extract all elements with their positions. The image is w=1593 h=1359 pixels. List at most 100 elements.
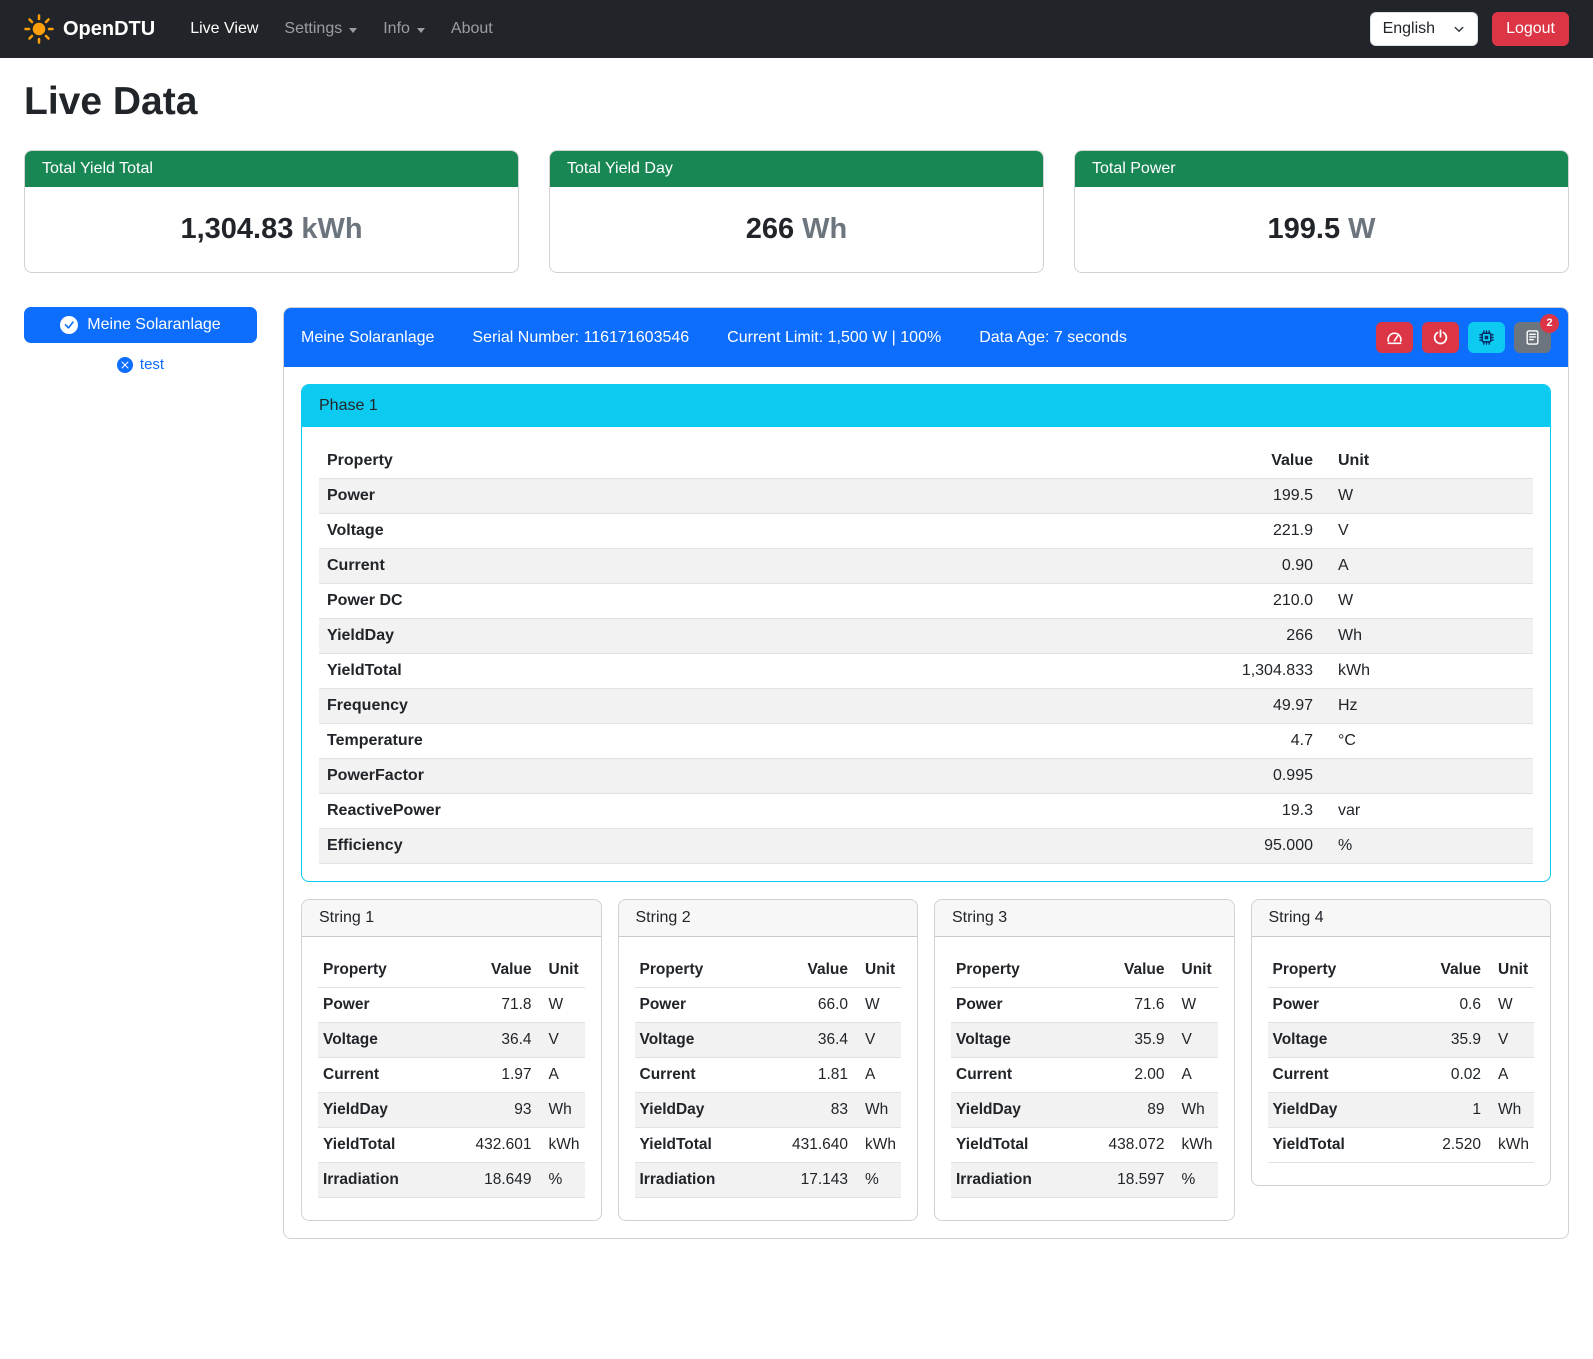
string-1-table-body: Power 71.8 W Voltage 36.4 V Current 1.97… [318, 988, 585, 1198]
property-cell: YieldTotal [318, 1128, 465, 1163]
strings-row: String 1 Property Value Unit [301, 899, 1551, 1221]
brand[interactable]: OpenDTU [24, 14, 155, 44]
property-cell: YieldDay [951, 1093, 1098, 1128]
nav-links: Live View Settings Info About [177, 12, 506, 46]
nav-settings[interactable]: Settings [271, 12, 370, 46]
value-cell: 1.97 [465, 1058, 537, 1093]
chevron-down-icon [417, 28, 425, 33]
inverter-serial: Serial Number: 116171603546 [472, 329, 689, 347]
unit-cell: Wh [1486, 1093, 1534, 1128]
value-cell: 71.6 [1098, 988, 1170, 1023]
total-power-card: Total Power 199.5W [1074, 150, 1569, 273]
unit-cell: % [1321, 829, 1533, 864]
unit-cell: kWh [537, 1128, 585, 1163]
property-cell: PowerFactor [319, 759, 1191, 794]
value-cell: 35.9 [1098, 1023, 1170, 1058]
column-header-property: Property [635, 953, 782, 988]
logout-button[interactable]: Logout [1492, 12, 1569, 46]
nav-live-view[interactable]: Live View [177, 12, 271, 46]
nav-info[interactable]: Info [370, 12, 438, 46]
column-header-unit: Unit [1321, 444, 1533, 479]
inverter-data-age: Data Age: 7 seconds [979, 329, 1127, 347]
card-value-row: 266Wh [550, 187, 1043, 272]
table-row: Current 1.97 A [318, 1058, 585, 1093]
nav-about[interactable]: About [438, 12, 506, 46]
value-cell: 18.649 [465, 1163, 537, 1198]
phase-title: Phase 1 [302, 385, 1550, 427]
card-unit: kWh [301, 213, 362, 245]
unit-cell: V [1170, 1023, 1218, 1058]
device-info-button[interactable] [1468, 322, 1505, 353]
column-header-property: Property [1268, 953, 1415, 988]
power-button[interactable] [1422, 322, 1459, 353]
string-3-table: Property Value Unit Power 71.6 W Voltage… [951, 953, 1218, 1198]
card-title: Total Yield Total [25, 151, 518, 187]
navbar: OpenDTU Live View Settings Info About En… [0, 0, 1593, 58]
property-cell: YieldTotal [1268, 1128, 1415, 1163]
inverter-selector-test[interactable]: test [24, 356, 257, 373]
table-row: YieldTotal 438.072 kWh [951, 1128, 1218, 1163]
value-cell: 438.072 [1098, 1128, 1170, 1163]
unit-cell: V [1486, 1023, 1534, 1058]
unit-cell [1321, 759, 1533, 794]
column-header-property: Property [951, 953, 1098, 988]
value-cell: 1 [1414, 1093, 1486, 1128]
property-cell: Voltage [319, 514, 1191, 549]
inverter-selector-meine-solaranlage[interactable]: Meine Solaranlage [24, 307, 257, 343]
string-body: Property Value Unit Power 71.8 W Voltage… [302, 937, 601, 1220]
chevron-down-icon [349, 28, 357, 33]
limit-settings-button[interactable] [1376, 322, 1413, 353]
navbar-right: English Logout [1370, 12, 1569, 46]
page-container: Live Data Total Yield Total 1,304.83kWh … [0, 80, 1593, 1265]
table-row: YieldDay 83 Wh [635, 1093, 902, 1128]
property-cell: Power [635, 988, 782, 1023]
table-header-row: Property Value Unit [635, 953, 902, 988]
nav-settings-label: Settings [284, 20, 342, 38]
event-log-button[interactable]: 2 [1514, 322, 1551, 353]
string-1-table: Property Value Unit Power 71.8 W Voltage… [318, 953, 585, 1198]
card-value-row: 199.5W [1075, 187, 1568, 272]
unit-cell: A [1486, 1058, 1534, 1093]
value-cell: 35.9 [1414, 1023, 1486, 1058]
column-header-property: Property [318, 953, 465, 988]
string-body: Property Value Unit Power 66.0 W Voltage… [619, 937, 918, 1220]
phase-table: Property Value Unit Power 199.5 W Voltag… [319, 444, 1533, 864]
table-header-row: Property Value Unit [951, 953, 1218, 988]
value-cell: 18.597 [1098, 1163, 1170, 1198]
table-row: Current 2.00 A [951, 1058, 1218, 1093]
value-cell: 36.4 [465, 1023, 537, 1058]
unit-cell: V [1321, 514, 1533, 549]
string-4-table: Property Value Unit Power 0.6 W Voltage … [1268, 953, 1535, 1163]
property-cell: Irradiation [318, 1163, 465, 1198]
table-row: Power DC 210.0 W [319, 584, 1533, 619]
unit-cell: W [1170, 988, 1218, 1023]
card-title: Total Yield Day [550, 151, 1043, 187]
unit-cell: kWh [1170, 1128, 1218, 1163]
property-cell: Power [319, 479, 1191, 514]
property-cell: Voltage [635, 1023, 782, 1058]
value-cell: 17.143 [781, 1163, 853, 1198]
inverter-panel-header: Meine Solaranlage Serial Number: 1161716… [284, 308, 1568, 367]
property-cell: YieldTotal [319, 654, 1191, 689]
unit-cell: A [1321, 549, 1533, 584]
language-select[interactable]: English [1370, 12, 1478, 46]
property-cell: Current [1268, 1058, 1415, 1093]
property-cell: Power [318, 988, 465, 1023]
value-cell: 210.0 [1191, 584, 1321, 619]
card-title: Total Power [1075, 151, 1568, 187]
column-header-value: Value [1191, 444, 1321, 479]
property-cell: Current [319, 549, 1191, 584]
unit-cell: A [537, 1058, 585, 1093]
property-cell: Efficiency [319, 829, 1191, 864]
unit-cell: kWh [853, 1128, 901, 1163]
inverter-sidebar: Meine Solaranlage test [24, 307, 257, 373]
unit-cell: A [1170, 1058, 1218, 1093]
unit-cell: V [537, 1023, 585, 1058]
value-cell: 89 [1098, 1093, 1170, 1128]
table-row: Power 71.8 W [318, 988, 585, 1023]
property-cell: Current [951, 1058, 1098, 1093]
inverter-actions: 2 [1376, 322, 1551, 353]
string-3-card: String 3 Property Value Unit [934, 899, 1235, 1221]
property-cell: Power [951, 988, 1098, 1023]
table-row: Irradiation 17.143 % [635, 1163, 902, 1198]
